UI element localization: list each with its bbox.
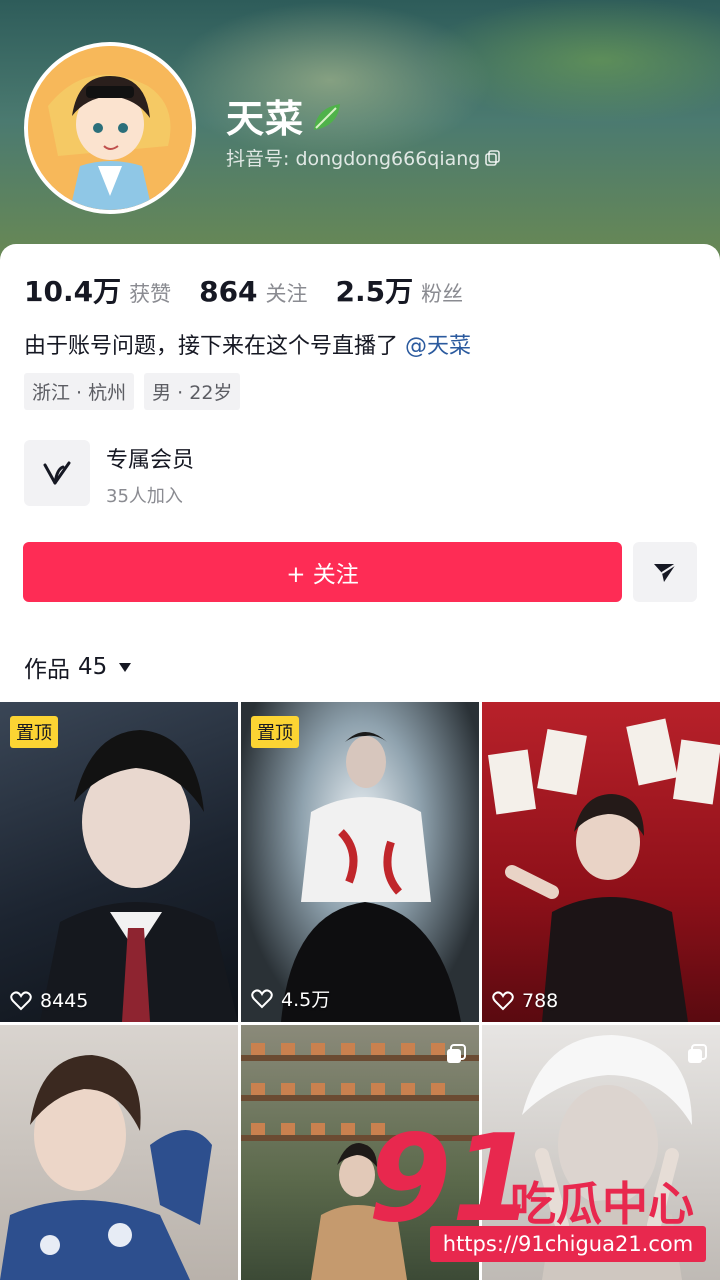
leaf-icon <box>310 99 344 133</box>
membership-entry[interactable]: 专属会员 35人加入 <box>24 440 424 508</box>
thumbnail-image <box>281 732 461 1022</box>
bio: 由于账号问题，接下来在这个号直播了 @天菜 <box>24 328 471 360</box>
profile-stats: 10.4万 获赞 864 关注 2.5万 粉丝 <box>24 270 491 310</box>
heart-icon <box>251 988 273 1008</box>
thumbnail-image <box>0 1055 212 1280</box>
location-tag: 浙江 · 杭州 <box>24 373 135 410</box>
membership-title: 专属会员 <box>106 448 195 473</box>
membership-icon <box>24 440 90 506</box>
douyin-id[interactable]: 抖音号: dongdong666qiang <box>226 144 502 171</box>
works-count: 45 <box>78 654 108 680</box>
nickname-text: 天菜 <box>226 97 305 141</box>
avatar-illustration <box>28 46 192 210</box>
stat-following[interactable]: 864 关注 <box>199 275 307 308</box>
stat-label: 粉丝 <box>421 282 464 306</box>
send-icon <box>654 563 677 582</box>
works-tab[interactable]: 作品 45 <box>24 650 132 684</box>
multi-image-icon <box>447 1044 466 1063</box>
copy-icon[interactable] <box>484 149 502 167</box>
stat-value: 864 <box>199 275 258 308</box>
membership-subtitle: 35人加入 <box>106 486 183 507</box>
follow-label: + 关注 <box>286 562 359 588</box>
share-button[interactable] <box>633 542 697 602</box>
video-thumbnail[interactable]: 置顶 8445 <box>0 702 238 1022</box>
watermark-url: https://91chigua21.com <box>430 1226 706 1262</box>
avatar[interactable] <box>24 42 196 214</box>
like-count-text: 8445 <box>40 990 89 1012</box>
thumbnail-image <box>40 730 238 1022</box>
like-count: 8445 <box>10 990 88 1012</box>
stat-label: 关注 <box>265 282 308 306</box>
multi-image-icon <box>688 1044 707 1063</box>
pinned-badge: 置顶 <box>10 716 58 748</box>
like-count-text: 788 <box>522 990 559 1012</box>
bio-mention-link[interactable]: @天菜 <box>405 334 471 359</box>
video-thumbnail[interactable]: 置顶 4.5万 <box>241 702 479 1022</box>
bio-text: 由于账号问题，接下来在这个号直播了 <box>24 334 399 359</box>
gender-age-tag: 男 · 22岁 <box>144 373 241 410</box>
stat-likes[interactable]: 10.4万 获赞 <box>24 270 171 310</box>
like-count: 4.5万 <box>251 985 330 1012</box>
works-label: 作品 <box>24 657 70 683</box>
stat-label: 获赞 <box>129 282 172 306</box>
heart-icon <box>10 991 32 1011</box>
stat-value: 10.4万 <box>24 275 122 308</box>
like-count-text: 4.5万 <box>281 989 331 1011</box>
like-count: 788 <box>492 990 558 1012</box>
follow-button[interactable]: + 关注 <box>23 542 622 602</box>
profile-tags: 浙江 · 杭州 男 · 22岁 <box>24 373 241 410</box>
douyin-id-text: 抖音号: dongdong666qiang <box>226 148 481 170</box>
thumbnail-image <box>488 718 720 1022</box>
caret-down-icon[interactable] <box>119 662 132 672</box>
video-thumbnail[interactable]: 788 <box>482 702 720 1022</box>
heart-icon <box>492 991 514 1011</box>
nickname: 天菜 <box>226 88 344 143</box>
watermark-text: 吃瓜中心 <box>510 1177 694 1231</box>
video-thumbnail[interactable] <box>0 1025 238 1280</box>
stat-followers[interactable]: 2.5万 粉丝 <box>336 270 464 310</box>
pinned-badge: 置顶 <box>251 716 299 748</box>
stat-value: 2.5万 <box>335 275 414 308</box>
